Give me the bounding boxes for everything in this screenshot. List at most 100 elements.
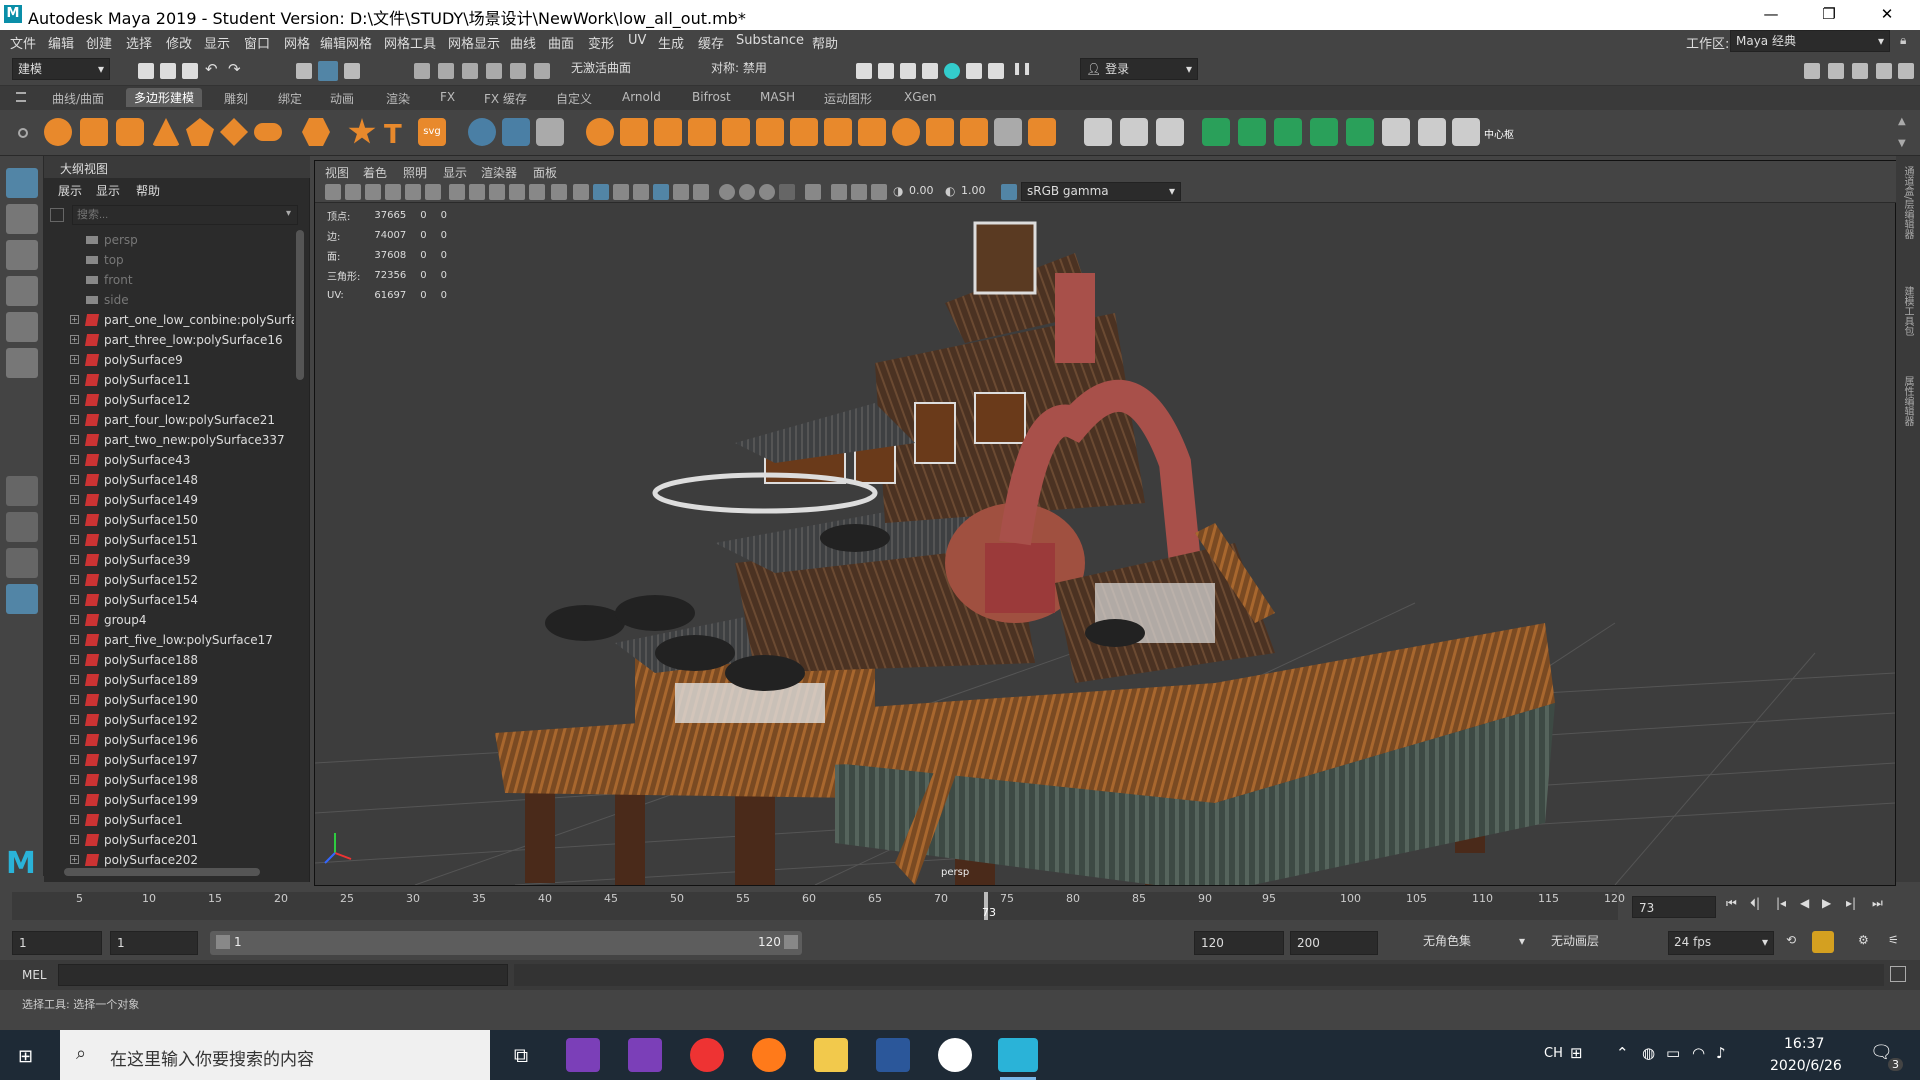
safe-action-icon[interactable] [551,184,567,200]
menu-substance[interactable]: Substance [736,33,804,48]
menu-cache[interactable]: 缓存 [698,33,724,52]
play-backward-icon[interactable]: ◀ [1800,896,1809,910]
connect-icon[interactable] [1238,118,1266,146]
render-view-icon[interactable] [966,63,982,79]
onenote-app-icon[interactable] [566,1038,600,1072]
expand-icon[interactable]: + [70,355,79,364]
menu-curves[interactable]: 曲线 [510,33,536,52]
expand-icon[interactable]: + [70,375,79,384]
step-back-key-icon[interactable]: ⏴| [1750,896,1760,911]
quad-draw-icon[interactable] [1156,118,1184,146]
separate-icon[interactable] [620,118,648,146]
menu-mesh-display[interactable]: 网格显示 [448,33,500,52]
outliner-menu-help[interactable]: 帮助 [136,182,160,199]
attribute-editor-toggle-icon[interactable] [1852,63,1868,79]
center-pivot-label[interactable]: 中心枢 [1484,126,1514,141]
paint-select-tool-icon[interactable] [6,240,38,270]
menu-surfaces[interactable]: 曲面 [548,33,574,52]
select-hierarchy-icon[interactable] [296,63,312,79]
snap-live-icon[interactable] [510,63,526,79]
play-forward-icon[interactable]: ▶ [1822,896,1831,910]
time-slider[interactable]: 5 10 15 20 25 30 35 40 45 50 55 60 65 70… [0,886,1920,926]
symmetry-dropdown[interactable]: 对称: 禁用 [706,58,806,80]
combine-icon[interactable] [586,118,614,146]
list-item[interactable]: + polySurface196 [44,730,292,750]
expand-icon[interactable]: + [70,655,79,664]
expand-icon[interactable]: + [70,555,79,564]
list-item[interactable]: + part_three_low:polySurface16 [44,330,292,350]
panel-menu-lighting[interactable]: 照明 [403,164,427,181]
single-perspective-layout-icon[interactable] [6,476,38,506]
script-editor-icon[interactable] [1890,966,1906,982]
expand-icon[interactable]: + [70,735,79,744]
poly-cube-icon[interactable] [80,118,108,146]
expand-icon[interactable]: + [70,455,79,464]
fps-dropdown[interactable]: 24 fps ▾ [1668,931,1774,955]
save-scene-icon[interactable] [182,63,198,79]
list-item[interactable]: + polySurface150 [44,510,292,530]
expand-icon[interactable]: + [70,595,79,604]
animation-end-field[interactable]: 200 [1290,931,1378,955]
menu-modify[interactable]: 修改 [166,33,192,52]
super-shape-icon[interactable] [348,118,376,144]
list-item[interactable]: persp [44,230,292,250]
menu-deform[interactable]: 变形 [588,33,614,52]
panel-menu-panels[interactable]: 面板 [533,164,557,181]
maximize-button[interactable]: ❐ [1806,0,1852,30]
expand-icon[interactable]: + [70,435,79,444]
firefox-app-icon[interactable] [752,1038,786,1072]
anim-prefs-icon[interactable]: ⚙ [1858,933,1869,947]
tab-xgen[interactable]: XGen [904,90,937,104]
smooth-shade-icon[interactable] [593,184,609,200]
outliner-search-input[interactable] [72,205,298,225]
snap-vertex-icon[interactable] [534,63,550,79]
expand-icon[interactable]: + [70,495,79,504]
expand-icon[interactable]: + [70,635,79,644]
list-item[interactable]: + polySurface11 [44,370,292,390]
expand-icon[interactable]: + [70,775,79,784]
anim-layer-dropdown[interactable]: 无动画层 [1546,931,1646,955]
resolution-gate-icon[interactable] [489,184,505,200]
list-item[interactable]: + polySurface197 [44,750,292,770]
list-item[interactable]: + polySurface201 [44,830,292,850]
exposure-field[interactable]: 0.00 [909,184,943,197]
target-weld-icon[interactable] [1202,118,1230,146]
current-frame-field[interactable]: 73 [1632,896,1716,918]
expand-icon[interactable]: + [70,415,79,424]
menu-mesh-tools[interactable]: 网格工具 [384,33,436,52]
list-item[interactable]: side [44,290,292,310]
scale-tool-icon[interactable] [6,348,38,378]
taskbar-search-box[interactable]: ⌕ 在这里输入你要搜索的内容 [60,1030,490,1080]
expand-icon[interactable]: + [70,335,79,344]
login-dropdown[interactable]: 👤︎ 登录 ▾ [1080,58,1198,80]
panel-menu-view[interactable]: 视图 [325,164,349,181]
animation-start-field[interactable]: 1 [12,931,102,955]
tab-modeling-toolkit[interactable]: 建模工具包 [1900,286,1915,336]
expand-icon[interactable]: + [70,675,79,684]
list-item[interactable]: + polySurface189 [44,670,292,690]
depth-of-field-icon[interactable] [779,184,795,200]
tab-fx-caching[interactable]: FX 缓存 [484,90,527,107]
menu-create[interactable]: 创建 [86,33,112,52]
list-item[interactable]: + polySurface9 [44,350,292,370]
list-item[interactable]: + group4 [44,610,292,630]
command-input[interactable] [58,964,508,986]
auto-key-icon[interactable] [1812,931,1834,953]
tab-attribute-editor[interactable]: 属性编辑器 [1900,376,1915,426]
chevron-down-icon[interactable]: ▾ [286,208,291,219]
anti-aliasing-icon[interactable] [759,184,775,200]
snap-curve-icon[interactable] [438,63,454,79]
battery-icon[interactable]: ▭ [1666,1044,1680,1062]
poke-icon[interactable] [960,118,988,146]
poly-cone-icon[interactable] [152,118,180,146]
expand-icon[interactable]: + [70,855,79,864]
render-settings-icon[interactable] [922,63,938,79]
tab-curves-surfaces[interactable]: 曲线/曲面 [52,90,104,107]
smooth-icon[interactable] [688,118,716,146]
menu-file[interactable]: 文件 [10,33,36,52]
tab-arnold[interactable]: Arnold [622,90,661,104]
outliner-horizontal-scrollbar[interactable] [64,868,260,876]
list-item[interactable]: + polySurface190 [44,690,292,710]
menu-edit[interactable]: 编辑 [48,33,74,52]
wifi-icon[interactable]: ◠ [1692,1044,1705,1062]
